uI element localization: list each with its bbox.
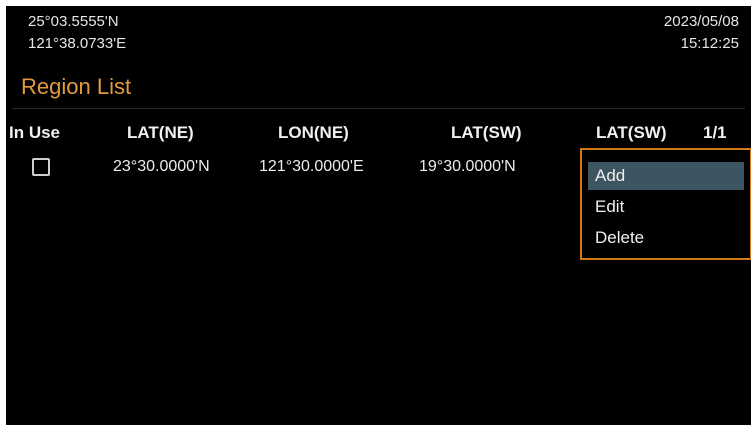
- menu-item-add[interactable]: Add: [588, 162, 744, 190]
- column-header-in-use: In Use: [9, 123, 61, 142]
- time-display: 15:12:25: [680, 35, 739, 52]
- device-screen: 25°03.5555'N 121°38.0733'E 2023/05/08 15…: [6, 6, 751, 425]
- menu-item-delete[interactable]: Delete: [588, 224, 644, 252]
- position-latitude: 25°03.5555'N: [28, 13, 119, 30]
- column-header-lat-ne: LAT(NE): [127, 123, 194, 142]
- column-header-lon-ne: LON(NE): [278, 123, 349, 142]
- cell-lat-ne: 23°30.0000'N: [113, 158, 210, 175]
- cell-lat-sw: 19°30.0000'N: [419, 158, 516, 175]
- context-menu: Add Edit Delete: [580, 148, 751, 260]
- page-indicator: 1/1: [703, 123, 727, 142]
- menu-item-edit[interactable]: Edit: [588, 193, 624, 221]
- status-bar: 25°03.5555'N 121°38.0733'E 2023/05/08 15…: [6, 6, 751, 68]
- position-longitude: 121°38.0733'E: [28, 35, 127, 52]
- cell-lon-ne: 121°30.0000'E: [259, 158, 364, 175]
- page-title: Region List: [21, 74, 132, 99]
- title-divider: [12, 108, 745, 109]
- date-display: 2023/05/08: [663, 13, 739, 30]
- column-header-lat-sw: LAT(SW): [451, 123, 522, 142]
- in-use-checkbox[interactable]: [32, 158, 50, 176]
- column-header-lat-sw-2: LAT(SW): [596, 123, 667, 142]
